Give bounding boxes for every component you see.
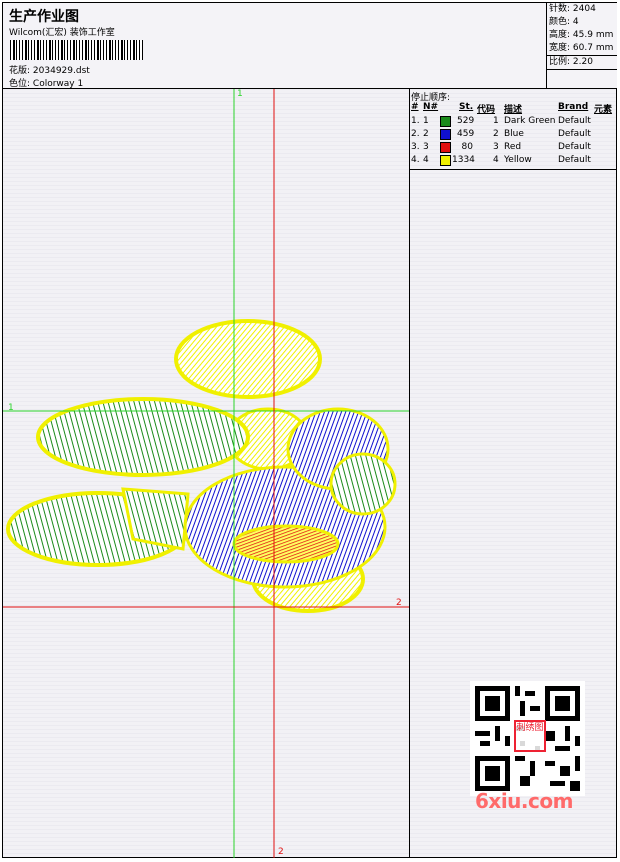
row-num: 3. [411, 142, 420, 152]
table-row: 1. 1 529 1 Dark Green Default [409, 115, 616, 128]
row-brand: Default [558, 116, 591, 126]
row-desc: Blue [504, 129, 524, 139]
green-h-label: 1 [8, 403, 14, 413]
stat-label: 宽度: [549, 43, 571, 53]
col-code: 代码 [477, 105, 496, 115]
col-elem: 元素 [594, 105, 613, 115]
col-desc: 描述 [504, 105, 523, 115]
colorway: 色位: Colorway 1 [9, 76, 83, 89]
row-code: 3 [493, 142, 499, 152]
row-brand: Default [558, 129, 591, 139]
row-stitches: 80 [461, 142, 473, 152]
row-num: 4. [411, 155, 420, 165]
stat-label: 针数: [549, 4, 571, 14]
colorway-value: Colorway 1 [32, 79, 84, 89]
color-swatch [440, 142, 451, 153]
yellow-petal-top [174, 319, 322, 399]
green-v-label: 1 [237, 89, 243, 99]
stat-value: 2.20 [572, 57, 593, 67]
design-value: 2034929.dst [32, 66, 90, 76]
qr-logo-stamp: 刺绣图 [514, 720, 546, 752]
stat-value: 4 [572, 17, 579, 27]
blue-flower-right [329, 452, 397, 516]
row-desc: Yellow [504, 155, 532, 165]
watermark-logo: 6xiu.com [475, 789, 573, 813]
color-swatch [440, 155, 451, 166]
design-canvas: 1 1 2 2 [3, 89, 410, 858]
col-num: # [411, 102, 419, 112]
row-brand: Default [558, 142, 591, 152]
design-file: 花版: 2034929.dst [9, 63, 90, 76]
col-no: N# [423, 102, 439, 112]
stats-panel: 针数: 2404 颜色: 4 高度: 45.9 mm 宽度: 60.7 mm 比… [546, 3, 617, 88]
color-swatch [440, 116, 451, 127]
embroidery-preview [3, 89, 409, 858]
red-h-label: 2 [396, 598, 402, 608]
col-brand: Brand [558, 102, 589, 112]
table-row: 2. 2 459 2 Blue Default [409, 128, 616, 141]
row-no: 1 [423, 116, 429, 126]
stat-label: 颜色: [549, 17, 571, 27]
page-title: 生产作业图 [9, 9, 79, 25]
stat-ratio: 比例: 2.20 [547, 55, 617, 70]
row-no: 3 [423, 142, 429, 152]
barcode [10, 40, 143, 60]
stop-sequence-table: 停止顺序: # N# St. 代码 描述 Brand 元素 1. 1 529 1… [409, 89, 616, 170]
stat-label: 高度: [549, 30, 571, 40]
row-stitches: 1334 [452, 155, 475, 165]
row-brand: Default [558, 155, 591, 165]
design-label: 花版: [9, 66, 31, 76]
stat-value: 2404 [572, 4, 596, 14]
color-swatch [440, 129, 451, 140]
row-desc: Dark Green [504, 116, 556, 126]
company-name: Wilcom(汇宏) 装饰工作室 [9, 28, 115, 38]
table-row: 4. 4 1334 4 Yellow Default [409, 154, 616, 167]
stat-width: 宽度: 60.7 mm [547, 42, 617, 55]
stat-colors: 颜色: 4 [547, 16, 617, 29]
stat-value: 45.9 mm [572, 30, 614, 40]
row-num: 1. [411, 116, 420, 126]
stat-label: 比例: [549, 57, 571, 67]
table-row: 3. 3 80 3 Red Default [409, 141, 616, 154]
header: 生产作业图 Wilcom(汇宏) 装饰工作室 花版: 2034929.dst 色… [3, 3, 616, 89]
colorway-label: 色位: [9, 79, 31, 89]
red-v-label: 2 [278, 847, 284, 857]
row-no: 4 [423, 155, 429, 165]
col-st: St. [459, 102, 474, 112]
row-code: 4 [493, 155, 499, 165]
green-leaf-upper [36, 397, 250, 477]
row-num: 2. [411, 129, 420, 139]
row-code: 2 [493, 129, 499, 139]
red-center [232, 524, 340, 564]
row-no: 2 [423, 129, 429, 139]
row-code: 1 [493, 116, 499, 126]
green-leaf-stem [121, 487, 190, 551]
stat-height: 高度: 45.9 mm [547, 29, 617, 42]
stat-stitches: 针数: 2404 [547, 3, 617, 16]
row-desc: Red [504, 142, 522, 152]
row-stitches: 529 [457, 116, 475, 126]
row-stitches: 459 [457, 129, 475, 139]
stamp-text: 刺绣图 [516, 723, 544, 733]
stat-value: 60.7 mm [572, 43, 614, 53]
